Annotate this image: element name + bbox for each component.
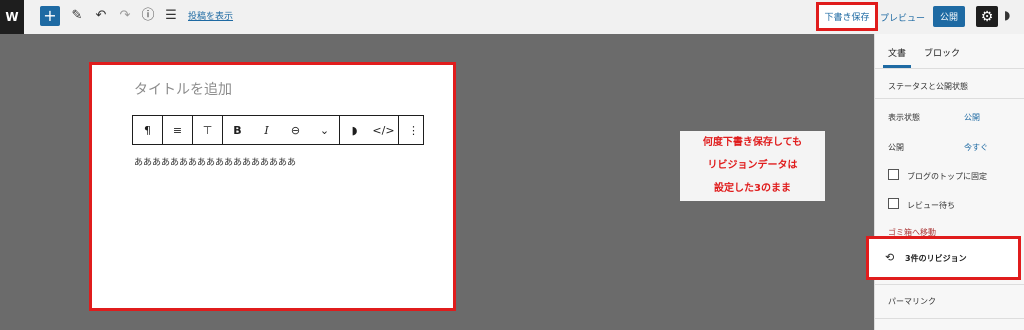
save-draft-button[interactable]: 下書き保存 [816, 2, 878, 31]
active-tab-indicator [883, 65, 911, 68]
italic-button[interactable]: I [252, 116, 281, 144]
info-icon[interactable]: ⓘ [140, 8, 156, 24]
options-group: ⋮ [399, 116, 428, 144]
inline-format-group: B I ⊖ ⌄ [223, 116, 340, 144]
editor-canvas: タイトルを追加 ¶ ≡ ⊤ B I ⊖ ⌄ ◗ </> ⋮ ああああああああああ… [89, 62, 456, 311]
annotation-line: 設定した3のまま [714, 183, 791, 194]
visibility-label: 表示状態 [888, 113, 920, 122]
editor-header: W + ✎ ↶ ↷ ⓘ ☰ 投稿を表示 下書き保存 プレビュー 公開 ⚙ ◗ [0, 0, 1024, 34]
publish-button[interactable]: 公開 [933, 6, 965, 27]
jetpack-icon[interactable]: ◗ [1004, 8, 1018, 24]
pending-review-checkbox[interactable] [888, 198, 899, 209]
divider [875, 98, 1024, 99]
visibility-value-link[interactable]: 公開 [964, 112, 980, 123]
annotation-callout: 何度下書き保存しても リビジョンデータは 設定した3のまま [680, 131, 825, 201]
align-icon[interactable]: ≡ [163, 116, 192, 144]
plugin-group: ◗ </> [340, 116, 399, 144]
settings-sidebar: 文書 ブロック ステータスと公開状態 表示状態 公開 公開 今すぐ ブログのトッ… [874, 34, 1024, 330]
stick-to-top-label: ブログのトップに固定 [907, 172, 987, 181]
stick-to-top-checkbox[interactable] [888, 169, 899, 180]
block-toolbar: ¶ ≡ ⊤ B I ⊖ ⌄ ◗ </> ⋮ [132, 115, 424, 145]
sidebar-tabs: 文書 ブロック [875, 34, 1024, 69]
publish-label: 公開 [888, 143, 904, 152]
tab-block[interactable]: ブロック [924, 46, 960, 59]
divider [875, 284, 1024, 285]
link-icon[interactable]: ⊖ [281, 116, 310, 144]
code-icon[interactable]: </> [369, 116, 398, 144]
jetpack-icon[interactable]: ◗ [340, 116, 369, 144]
undo-icon[interactable]: ↶ [93, 8, 109, 24]
status-panel-heading[interactable]: ステータスと公開状態 [888, 81, 968, 92]
publish-date-link[interactable]: 今すぐ [964, 142, 988, 153]
list-view-icon[interactable]: ☰ [163, 8, 179, 24]
wordpress-logo-icon[interactable]: W [0, 0, 24, 34]
annotation-line: リビジョンデータは [707, 160, 798, 171]
pencil-icon[interactable]: ✎ [69, 8, 85, 24]
divider [875, 318, 1024, 319]
align-group: ≡ [163, 116, 193, 144]
settings-gear-icon[interactable]: ⚙ [976, 6, 998, 27]
paragraph-icon[interactable]: ¶ [133, 116, 162, 144]
tab-document[interactable]: 文書 [888, 46, 906, 59]
add-block-button[interactable]: + [40, 6, 60, 26]
format-group: ⊤ [193, 116, 223, 144]
bold-button[interactable]: B [223, 116, 252, 144]
pending-review-label: レビュー待ち [907, 201, 955, 210]
revision-history-icon: ⟲ [885, 251, 895, 264]
post-title-input[interactable]: タイトルを追加 [134, 79, 232, 99]
revisions-label: 3件のリビジョン [905, 254, 967, 263]
revisions-button[interactable]: ⟲ 3件のリビジョン [866, 236, 1021, 280]
block-type-group: ¶ [133, 116, 163, 144]
paragraph-block[interactable]: ああああああああああああああああああ [134, 155, 296, 168]
text-format-icon[interactable]: ⊤ [193, 116, 222, 144]
more-chevron-down-icon[interactable]: ⌄ [310, 116, 339, 144]
redo-icon[interactable]: ↷ [117, 8, 133, 24]
view-post-link[interactable]: 投稿を表示 [188, 9, 233, 22]
options-kebab-icon[interactable]: ⋮ [399, 116, 428, 144]
annotation-line: 何度下書き保存しても [702, 137, 803, 148]
permalink-panel-heading[interactable]: パーマリンク [888, 296, 936, 307]
preview-button[interactable]: プレビュー [880, 11, 925, 24]
